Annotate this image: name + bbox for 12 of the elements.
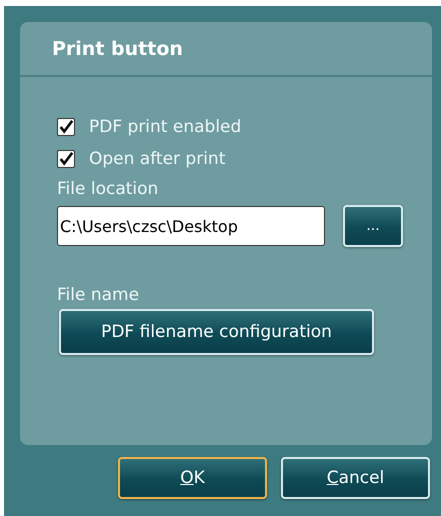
ok-button[interactable]: OK	[118, 457, 267, 499]
filename-configuration-button[interactable]: PDF filename configuration	[59, 309, 374, 355]
field-label: File location	[57, 179, 160, 199]
file-location-field[interactable]: C:\Users\czsc\Desktop	[57, 206, 325, 246]
field-label: File name	[57, 285, 140, 305]
checkbox[interactable]	[57, 118, 75, 136]
checkbox-label: Open after print	[89, 149, 226, 169]
checkbox[interactable]	[57, 150, 75, 168]
cancel-button[interactable]: Cancel	[281, 457, 430, 499]
panel-title: Print button	[52, 38, 183, 60]
browse-button[interactable]: ...	[343, 205, 403, 247]
checkbox-label: PDF print enabled	[89, 117, 242, 137]
